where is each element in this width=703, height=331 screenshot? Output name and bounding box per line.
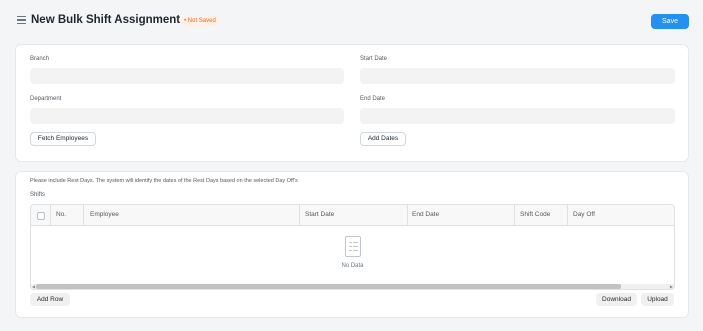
department-label: Department <box>30 96 62 102</box>
branch-field[interactable] <box>30 68 344 84</box>
col-day-off: Day Off <box>573 211 595 218</box>
end-date-label: End Date <box>360 96 386 102</box>
select-all-checkbox[interactable] <box>37 212 45 220</box>
shifts-label: Shifts <box>30 192 46 198</box>
rest-days-note: Please include Rest Days. The system wil… <box>30 178 298 184</box>
add-row-button[interactable]: Add Row <box>30 293 70 306</box>
shifts-table: No. Employee Start Date End Date Shift C… <box>30 204 675 290</box>
end-date-field[interactable] <box>360 108 675 124</box>
col-employee: Employee <box>90 211 119 218</box>
col-start-date: Start Date <box>305 211 335 218</box>
col-no: No. <box>56 211 67 218</box>
fetch-employees-button[interactable]: Fetch Employees <box>30 132 96 146</box>
scroll-right-icon[interactable]: ▶ <box>670 284 673 289</box>
horizontal-scrollbar[interactable]: ◀ ▶ <box>31 284 674 289</box>
save-button[interactable]: Save <box>651 14 689 29</box>
page-header: New Bulk Shift Assignment • Not Saved Sa… <box>0 0 703 40</box>
col-end-date: End Date <box>412 211 440 218</box>
page-title: New Bulk Shift Assignment <box>31 14 181 26</box>
add-dates-button[interactable]: Add Dates <box>360 132 406 146</box>
status-badge: • Not Saved <box>180 16 220 27</box>
scroll-left-icon[interactable]: ◀ <box>32 284 35 289</box>
department-field[interactable] <box>30 108 344 124</box>
scroll-thumb[interactable] <box>36 284 621 289</box>
branch-label: Branch <box>30 56 50 62</box>
form-card <box>15 44 689 162</box>
col-shift-code: Shift Code <box>520 211 551 218</box>
menu-icon[interactable] <box>17 16 26 24</box>
no-data-text: No Data <box>341 263 364 269</box>
download-button[interactable]: Download <box>596 293 637 306</box>
upload-button[interactable]: Upload <box>641 293 674 306</box>
start-date-label: Start Date <box>360 56 388 62</box>
table-header: No. Employee Start Date End Date Shift C… <box>31 205 674 226</box>
start-date-field[interactable] <box>360 68 675 84</box>
no-data-icon <box>345 236 361 257</box>
